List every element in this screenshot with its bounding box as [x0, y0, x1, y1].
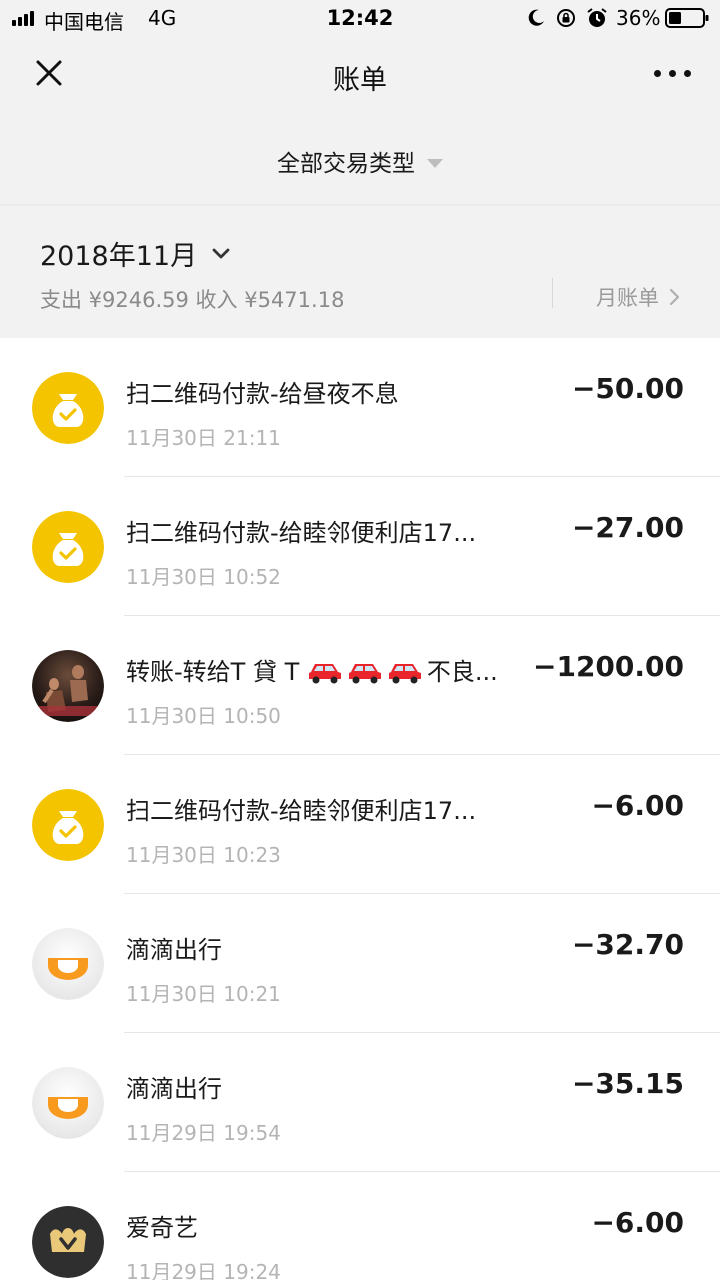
month-summary-section: 2018年11月 支出 ¥9246.59 收入 ¥5471.18 月账单 — [0, 206, 720, 338]
transaction-row[interactable]: 爱奇艺 11月29日 19:24 −6.00 — [0, 1172, 720, 1280]
chevron-down-icon — [212, 248, 230, 258]
transaction-title: 扫二维码付款-给睦邻便利店17... — [126, 797, 477, 825]
car-icon — [388, 664, 421, 684]
user-photo-avatar — [32, 650, 104, 722]
battery-icon — [665, 8, 709, 28]
didi-logo-icon — [32, 928, 104, 1000]
transaction-title: 扫二维码付款-给昼夜不息 — [126, 380, 399, 408]
transaction-type-filter[interactable]: 全部交易类型 — [0, 120, 720, 204]
transaction-amount: −50.00 — [571, 372, 684, 405]
chevron-right-icon — [669, 288, 680, 306]
transaction-title: 转账-转给T 貸 T 不良... — [126, 652, 536, 687]
rotation-lock-icon — [557, 9, 575, 27]
money-bag-icon — [32, 511, 104, 583]
clock: 12:42 — [326, 6, 394, 30]
transaction-amount: −6.00 — [591, 789, 684, 822]
transaction-time: 11月30日 10:50 — [126, 704, 281, 728]
car-icon — [308, 664, 341, 684]
car-icon — [348, 664, 381, 684]
transaction-amount: −6.00 — [591, 1206, 684, 1239]
iqiyi-vip-crown-icon — [32, 1206, 104, 1278]
transfer-title-prefix: 转账-转给T 貸 T — [126, 658, 300, 686]
transaction-amount: −35.15 — [571, 1067, 684, 1100]
month-totals: 支出 ¥9246.59 收入 ¥5471.18 — [40, 288, 345, 312]
transaction-row[interactable]: 扫二维码付款-给睦邻便利店17... 11月30日 10:23 −6.00 — [0, 755, 720, 894]
transaction-row[interactable]: 扫二维码付款-给睦邻便利店17... 11月30日 10:52 −27.00 — [0, 477, 720, 616]
filter-label: 全部交易类型 — [277, 151, 415, 177]
transaction-row[interactable]: 转账-转给T 貸 T 不良... 11月30日 10:50 −1200.00 — [0, 616, 720, 755]
caret-down-icon — [427, 158, 443, 168]
more-button[interactable] — [640, 50, 704, 96]
money-bag-icon — [32, 372, 104, 444]
transaction-list: 扫二维码付款-给昼夜不息 11月30日 21:11 −50.00 扫二维码付款-… — [0, 338, 720, 1280]
monthly-bill-label: 月账单 — [596, 286, 659, 310]
transaction-title: 扫二维码付款-给睦邻便利店17... — [126, 519, 477, 547]
moon-icon — [528, 9, 544, 26]
alarm-icon — [587, 8, 607, 27]
status-bar: 中国电信 4G 12:42 36% — [0, 0, 720, 38]
money-bag-icon — [32, 789, 104, 861]
transaction-title: 滴滴出行 — [126, 1075, 222, 1103]
transaction-row[interactable]: 滴滴出行 11月30日 10:21 −32.70 — [0, 894, 720, 1033]
transaction-title: 爱奇艺 — [126, 1214, 198, 1242]
transaction-time: 11月30日 10:52 — [126, 565, 281, 589]
nav-header: 账单 — [0, 38, 720, 120]
transaction-row[interactable]: 滴滴出行 11月29日 19:54 −35.15 — [0, 1033, 720, 1172]
transaction-row[interactable]: 扫二维码付款-给昼夜不息 11月30日 21:11 −50.00 — [0, 338, 720, 477]
didi-logo-icon — [32, 1067, 104, 1139]
monthly-bill-link[interactable]: 月账单 — [596, 282, 680, 312]
more-dots-icon — [653, 69, 661, 77]
transfer-title-suffix: 不良... — [426, 658, 498, 686]
transaction-amount: −32.70 — [571, 928, 684, 961]
month-label: 2018年11月 — [40, 241, 198, 272]
transaction-time: 11月29日 19:54 — [126, 1121, 281, 1145]
transaction-time: 11月30日 10:21 — [126, 982, 281, 1006]
transaction-amount: −1200.00 — [533, 650, 684, 683]
transaction-title: 滴滴出行 — [126, 936, 222, 964]
battery-percent: 36% — [616, 6, 661, 30]
transaction-time: 11月30日 10:23 — [126, 843, 281, 867]
transaction-time: 11月29日 19:24 — [126, 1260, 281, 1280]
page-title: 账单 — [333, 65, 387, 96]
month-selector[interactable]: 2018年11月 — [40, 234, 231, 273]
transaction-amount: −27.00 — [571, 511, 684, 544]
transaction-time: 11月30日 21:11 — [126, 426, 281, 450]
vertical-divider — [552, 278, 553, 308]
